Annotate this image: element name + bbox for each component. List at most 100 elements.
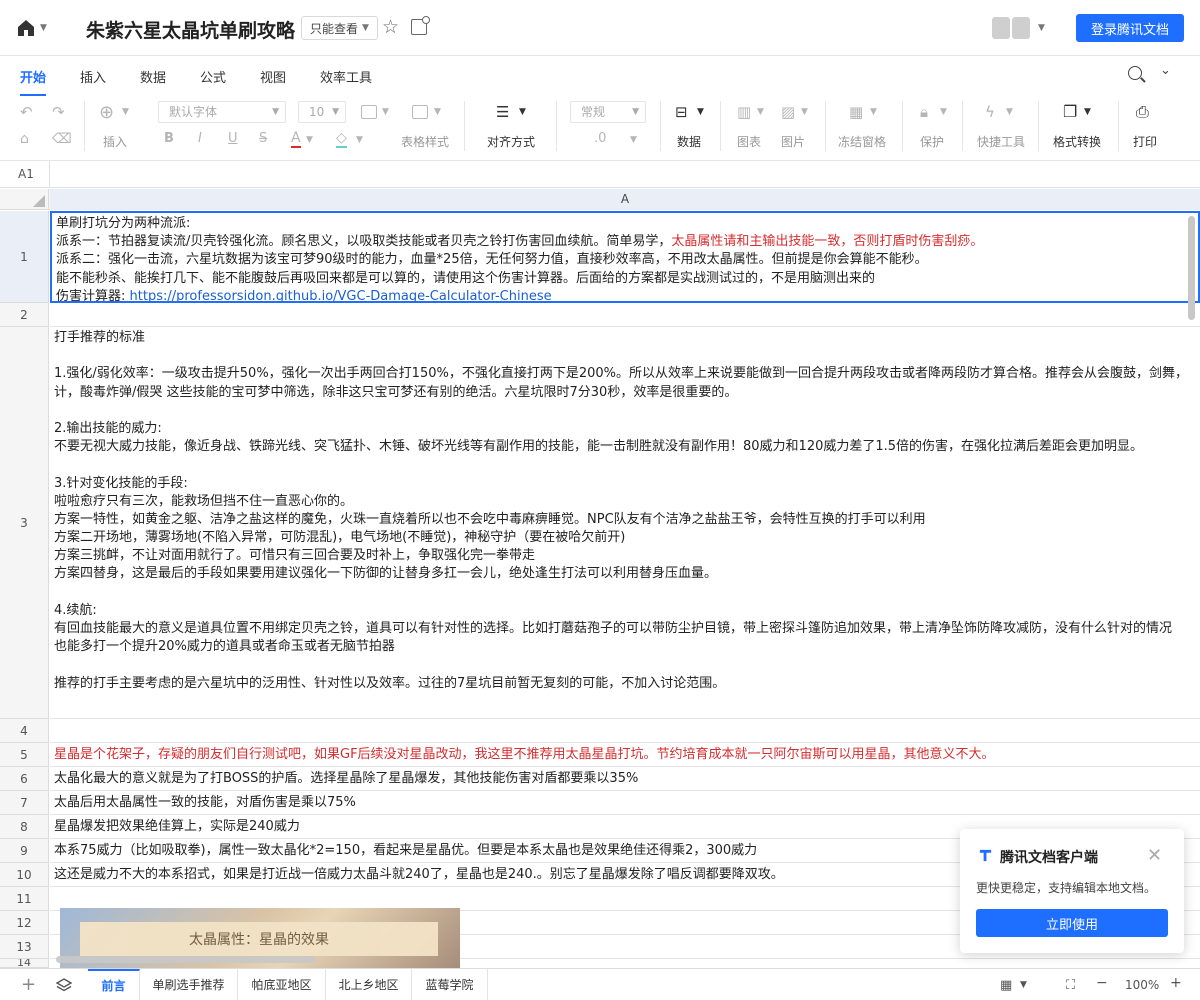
decimal-value[interactable]: .0 (594, 131, 606, 146)
font-family-dropdown[interactable]: 默认字体 ▼ (158, 101, 286, 123)
sheet-tab-paldea[interactable]: 帕底亚地区 (238, 969, 326, 1000)
insert-label[interactable]: 插入 (103, 133, 127, 150)
copy-icon[interactable]: ❐ (1063, 102, 1077, 121)
row-header[interactable]: 9 (0, 839, 49, 863)
collaborators[interactable]: ▼ (992, 17, 1045, 39)
align-label[interactable]: 对齐方式 (487, 133, 535, 150)
row-header[interactable]: 10 (0, 863, 49, 887)
chart-icon[interactable]: ▥ (737, 103, 751, 121)
insert-icon[interactable]: ⊕ (99, 102, 114, 123)
fill-color-icon[interactable]: ◇ (336, 130, 347, 148)
sheet-tab-solo-recommend[interactable]: 单刷选手推荐 (140, 969, 238, 1000)
tab-data[interactable]: 数据 (140, 67, 166, 86)
row-header[interactable]: 11 (0, 887, 49, 911)
cell-line (54, 402, 1196, 420)
damage-calculator-link[interactable]: https://professorsidon.github.io/VGC-Dam… (130, 289, 552, 301)
row-header[interactable]: 8 (0, 815, 49, 839)
tab-efficiency-tools[interactable]: 效率工具 (320, 67, 372, 86)
sheet-tab-blueberry[interactable]: 蓝莓学院 (412, 969, 488, 1000)
clear-format-icon[interactable]: ⌫ (52, 131, 72, 147)
font-size-dropdown[interactable]: 10 ▼ (298, 101, 346, 123)
cell-a7[interactable]: 太晶后用太晶属性一致的技能，对盾伤害是乘以75% (50, 791, 1200, 815)
fullscreen-icon[interactable]: ⛶ (1066, 978, 1075, 993)
chart-label[interactable]: 图表 (737, 133, 761, 150)
horizontal-scrollbar[interactable] (56, 956, 316, 963)
tab-view[interactable]: 视图 (260, 67, 286, 86)
redo-icon[interactable]: ↷ (52, 103, 65, 121)
table-style-icon[interactable] (412, 105, 428, 119)
sheet-list-icon[interactable] (56, 977, 72, 993)
italic-icon[interactable]: I (198, 131, 202, 146)
star-icon[interactable]: ☆ (382, 17, 402, 37)
chevron-down-icon: ▼ (940, 107, 947, 117)
quick-tools-label[interactable]: 快捷工具 (977, 133, 1025, 150)
row-header[interactable]: 6 (0, 767, 49, 791)
row-header[interactable]: 14 (0, 959, 49, 968)
column-header-a[interactable]: A (50, 189, 1200, 210)
row-header[interactable]: 13 (0, 935, 49, 959)
cell-a1[interactable]: 单刷打坑分为两种流派: 派系一：节拍器复读流/贝壳铃强化流。顾名思义，以吸取类技… (50, 211, 1200, 303)
font-color-icon[interactable]: A (291, 130, 301, 148)
table-style-label[interactable]: 表格样式 (401, 133, 449, 150)
cell-a2[interactable] (50, 303, 1200, 327)
data-label[interactable]: 数据 (677, 133, 701, 150)
chevron-down-icon: ▼ (757, 107, 764, 117)
format-convert-label[interactable]: 格式转换 (1053, 133, 1101, 150)
chevron-down-icon[interactable]: ⌄ (1160, 63, 1171, 78)
tab-start[interactable]: 开始 (20, 67, 47, 96)
row-header[interactable]: 7 (0, 791, 49, 815)
vertical-scrollbar[interactable] (1188, 216, 1195, 320)
zoom-in-icon[interactable]: + (1170, 975, 1182, 991)
strikethrough-icon[interactable]: S (259, 131, 267, 146)
cell-a6[interactable]: 太晶化最大的意义就是为了打BOSS的护盾。选择星晶除了星晶爆发，其他技能伤害对盾… (50, 767, 1200, 791)
sheet-tab-kitakami[interactable]: 北上乡地区 (326, 969, 412, 1000)
sheet-tab-preface[interactable]: 前言 (88, 969, 140, 1000)
freeze-icon[interactable]: ▦ (849, 103, 863, 121)
row-header[interactable]: 3 (0, 327, 49, 719)
cell-a5[interactable]: 星晶是个花架子，存疑的朋友们自行测试吧，如果GF后续没对星晶改动，我这里不推荐用… (50, 743, 1200, 767)
cell-line: 伤害计算器: https://professorsidon.github.io/… (56, 288, 1194, 301)
login-button[interactable]: 登录腾讯文档 (1076, 14, 1184, 42)
number-format-dropdown[interactable]: 常规 ▼ (570, 101, 646, 123)
tab-formula[interactable]: 公式 (200, 67, 226, 86)
select-all-corner[interactable] (0, 189, 49, 210)
tab-insert[interactable]: 插入 (80, 67, 106, 86)
freeze-label[interactable]: 冻结窗格 (838, 133, 886, 150)
add-sheet-icon[interactable]: + (21, 974, 36, 995)
permission-dropdown[interactable]: 只能查看 ▼ (301, 16, 378, 40)
align-icon[interactable]: ☰ (496, 103, 509, 121)
close-icon[interactable]: ✕ (1147, 845, 1162, 866)
search-icon[interactable] (1128, 66, 1142, 80)
print-label[interactable]: 打印 (1133, 133, 1157, 150)
row-header[interactable]: 4 (0, 719, 49, 743)
document-title: 朱紫六星太晶坑单刷攻略 (86, 20, 296, 42)
home-button[interactable]: ▼ (16, 18, 50, 38)
row-header[interactable]: 5 (0, 743, 49, 767)
notification-icon[interactable] (411, 16, 430, 35)
zoom-level[interactable]: 100% (1125, 978, 1159, 992)
bold-icon[interactable]: B (164, 131, 174, 146)
data-icon[interactable]: ⊟ (675, 103, 688, 121)
use-now-button[interactable]: 立即使用 (976, 909, 1168, 937)
underline-icon[interactable]: U (228, 131, 238, 146)
format-painter-icon[interactable]: ⌂ (20, 131, 29, 147)
lock-icon[interactable]: 🔒︎ (920, 103, 928, 121)
border-icon[interactable] (361, 105, 377, 119)
zoom-out-icon[interactable]: − (1096, 975, 1108, 991)
cell-a3[interactable]: 打手推荐的标准 1.强化/弱化效率：一级攻击提升50%，强化一次出手两回合打150… (50, 327, 1200, 719)
grid-view-icon[interactable]: ▦ (1000, 978, 1012, 993)
image-icon[interactable]: ▨ (781, 103, 795, 121)
undo-icon[interactable]: ↶ (20, 103, 33, 121)
lightning-icon[interactable]: ϟ (985, 103, 995, 121)
cell-reference[interactable]: A1 (18, 167, 34, 181)
protect-label[interactable]: 保护 (920, 133, 944, 150)
row-header[interactable]: 2 (0, 303, 49, 327)
cell-a4[interactable] (50, 719, 1200, 743)
font-size-value: 10 (309, 105, 325, 119)
chevron-down-icon: ▼ (1084, 107, 1091, 117)
row-header[interactable]: 12 (0, 911, 49, 935)
cell-line (54, 656, 1196, 674)
row-header[interactable]: 1 (0, 211, 49, 303)
printer-icon[interactable]: ⎙ (1136, 102, 1149, 122)
image-label[interactable]: 图片 (781, 133, 805, 150)
